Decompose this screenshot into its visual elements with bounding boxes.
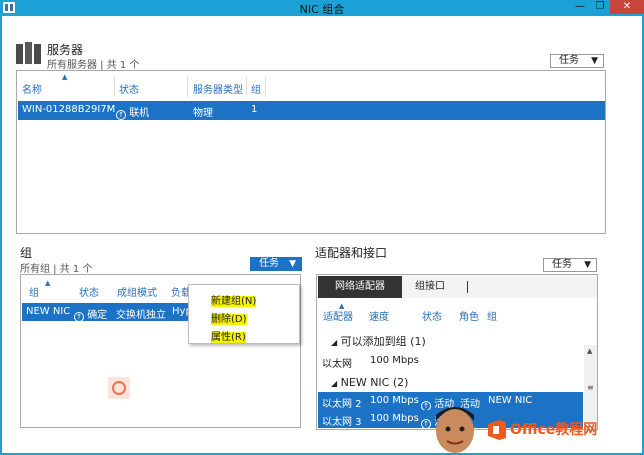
- window-title: NIC 组合: [299, 3, 345, 16]
- watermark: Office教程网 www.office26.com: [430, 401, 642, 453]
- chevron-down-icon: ▼: [584, 260, 591, 270]
- col-header-name[interactable]: 名称: [22, 81, 42, 96]
- col-header-team[interactable]: 组: [29, 284, 39, 299]
- watermark-url: www.office26.com: [514, 438, 597, 448]
- team-status: ↑ 确定: [74, 306, 107, 322]
- col-header-team[interactable]: 组: [487, 308, 497, 323]
- chevron-down-icon: ▼: [289, 259, 296, 269]
- menu-item-new-team[interactable]: 新建组(N): [211, 292, 257, 307]
- servers-table: ▲ 名称 状态 服务器类型 组 WIN-01288B29I7M ↑ 联机 物理 …: [16, 70, 606, 234]
- col-header-status[interactable]: 状态: [422, 308, 442, 323]
- chevron-down-icon: ▼: [591, 56, 598, 66]
- avatar: [436, 407, 474, 453]
- sort-asc-icon: ▲: [62, 73, 68, 81]
- col-header-adapter[interactable]: 适配器: [323, 308, 353, 323]
- client-area: 服务器 所有服务器 | 共 1 个 任务 ▼ ▲ 名称 状态 服务器类型 组 WI…: [2, 16, 642, 453]
- teams-title: 组: [20, 246, 33, 260]
- col-header-status[interactable]: 状态: [79, 284, 99, 299]
- task-label: 任务: [552, 259, 572, 270]
- scroll-grip-icon[interactable]: ≡: [587, 383, 594, 392]
- tab-network-adapters[interactable]: 网络适配器: [318, 276, 402, 298]
- server-name: WIN-01288B29I7M: [22, 104, 116, 115]
- close-button[interactable]: ✕: [610, 0, 644, 14]
- servers-subtitle: 所有服务器 | 共 1 个: [47, 60, 140, 71]
- maximize-button[interactable]: ❐: [590, 0, 610, 14]
- menu-item-delete[interactable]: 删除(D): [211, 310, 247, 325]
- collapse-triangle-icon: ◢: [331, 379, 338, 388]
- arrow-up-circle-icon: ↑: [74, 312, 84, 322]
- group-header-new-nic[interactable]: ◢ NEW NIC (2): [331, 376, 408, 389]
- team-mode: 交换机独立: [116, 310, 166, 321]
- list-item[interactable]: 以太网 100 Mbps: [318, 352, 583, 370]
- servers-task-button[interactable]: 任务 ▼: [550, 54, 604, 68]
- task-label: 任务: [259, 258, 279, 269]
- col-header-role[interactable]: 角色: [459, 308, 479, 323]
- tab-team-interfaces[interactable]: 组接口: [415, 276, 445, 298]
- menu-item-properties[interactable]: 属性(R): [211, 328, 246, 343]
- busy-indicator-icon: [108, 377, 130, 399]
- col-header-server-type[interactable]: 服务器类型: [193, 81, 243, 96]
- task-context-menu: 新建组(N) 删除(D) 属性(R): [188, 284, 300, 344]
- group-header-available[interactable]: ◢ 可以添加到组 (1): [331, 333, 426, 349]
- collapse-triangle-icon: ◢: [331, 338, 338, 347]
- adapters-task-button[interactable]: 任务 ▼: [543, 258, 597, 272]
- teams-task-button[interactable]: 任务 ▼: [250, 257, 302, 271]
- col-header-group[interactable]: 组: [251, 81, 261, 96]
- minimize-button[interactable]: —: [570, 0, 590, 14]
- teams-subtitle: 所有组 | 共 1 个: [20, 264, 93, 275]
- server-status: ↑ 联机: [116, 104, 149, 120]
- server-type: 物理: [193, 108, 213, 119]
- adapters-title: 适配器和接口: [315, 246, 388, 260]
- watermark-brand: Office教程网: [510, 422, 598, 438]
- team-name: NEW NIC: [26, 306, 71, 317]
- scroll-up-icon[interactable]: ▲: [587, 347, 592, 355]
- col-header-status[interactable]: 状态: [119, 81, 139, 96]
- col-header-speed[interactable]: 速度: [369, 308, 389, 323]
- server-group: 1: [251, 104, 258, 115]
- sort-asc-icon: ▲: [45, 279, 51, 287]
- col-header-mode[interactable]: 成组模式: [117, 284, 157, 299]
- server-icon: [16, 42, 41, 64]
- task-label: 任务: [559, 55, 579, 66]
- table-row[interactable]: WIN-01288B29I7M ↑ 联机 物理 1: [18, 101, 605, 120]
- arrow-up-circle-icon: ↑: [116, 110, 126, 120]
- office-logo-icon: [488, 420, 506, 440]
